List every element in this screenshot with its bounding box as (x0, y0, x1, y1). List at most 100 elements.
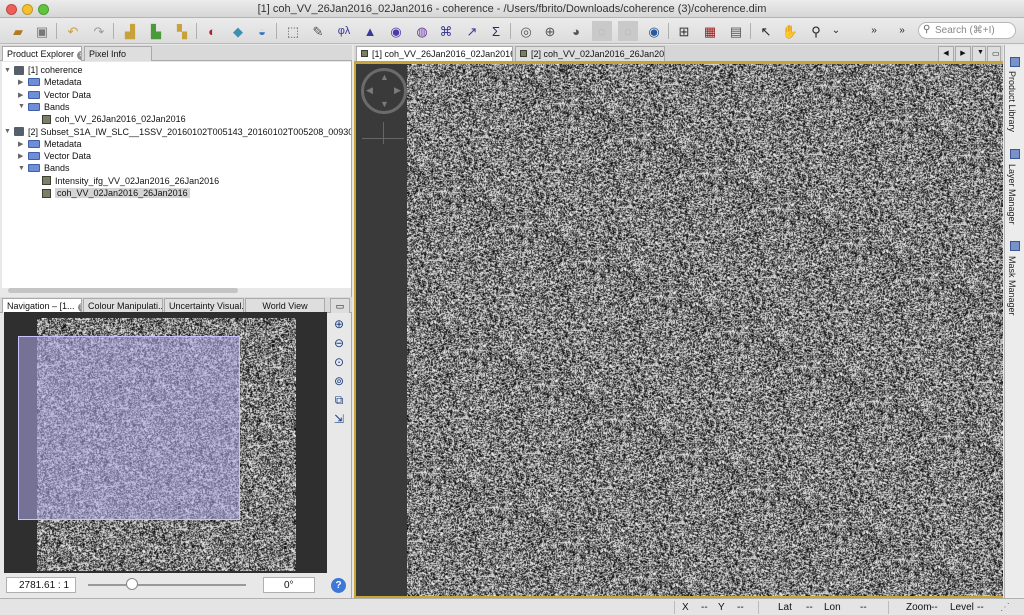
more-tools-2-icon[interactable]: » (892, 21, 912, 41)
pan-up-icon[interactable]: ▲ (380, 72, 389, 82)
product-library-icon[interactable]: ▚ (172, 21, 192, 41)
tab-image-view-2[interactable]: [2] coh_VV_02Jan2016_26Jan2016 (515, 46, 665, 61)
gcp-icon[interactable]: ◌ (618, 21, 638, 41)
side-tab-product-library[interactable]: Product Library (1007, 71, 1017, 132)
correlative-plot-icon[interactable]: ↗ (462, 21, 482, 41)
product-tree: ▼ [1] coherence ▶ Metadata ▶ Vector Data ▼ Band… (2, 62, 351, 288)
side-tab-mask-manager[interactable]: Mask Manager (1007, 256, 1017, 316)
batch-processing-icon[interactable]: ▦ (700, 21, 720, 41)
zoom-in-icon[interactable]: ⊕ (331, 316, 347, 332)
collapsed-arrow-icon[interactable]: ▶ (18, 152, 28, 160)
product-grouping-icon[interactable]: ▟ (120, 21, 140, 41)
tree-item-product[interactable]: ▼ [2] Subset_S1A_IW_SLC__1SSV_20160102T00… (4, 126, 351, 138)
pan-down-icon[interactable]: ▼ (380, 99, 389, 109)
expanded-arrow-icon[interactable]: ▼ (4, 128, 14, 135)
formula-icon[interactable]: φλ (334, 21, 354, 41)
y-value: -- (737, 602, 744, 613)
tree-item-folder[interactable]: ▶ Metadata (18, 138, 82, 150)
pan-right-icon[interactable]: ▶ (394, 85, 401, 96)
zoom-tool-icon[interactable]: ⚲ (806, 21, 826, 41)
zoom-all-icon[interactable]: ⊚ (331, 373, 347, 389)
tree-item-band[interactable]: Intensity_ifg_VV_02Jan2016_26Jan2016 (32, 175, 219, 187)
scatter-plot-icon[interactable]: ◉ (386, 21, 406, 41)
profile-plot-icon[interactable]: ⌘ (436, 21, 456, 41)
tab-list-dropdown[interactable]: ▼ (972, 46, 986, 61)
tree-item-folder[interactable]: ▼ Bands (18, 101, 70, 113)
horizontal-scrollbar[interactable] (8, 288, 238, 293)
sync-icon[interactable]: ◎ (516, 21, 536, 41)
more-tools-icon[interactable]: » (864, 21, 884, 41)
undo-icon[interactable]: ↶ (63, 21, 83, 41)
viewport-rectangle[interactable] (18, 336, 240, 520)
help-button[interactable]: ? (331, 578, 346, 593)
tab-colour-manipulation[interactable]: Colour Manipulati... (83, 298, 163, 313)
open-product-icon[interactable]: ▰ (8, 21, 28, 41)
wave-icon[interactable]: ◒ (252, 21, 272, 41)
redo-icon[interactable]: ↷ (89, 21, 109, 41)
image-view[interactable]: ▲ ▼ ◀ ▶ (354, 62, 1003, 598)
tree-item-folder[interactable]: ▶ Metadata (18, 76, 82, 88)
rgb-image-icon[interactable]: ◆ (228, 21, 248, 41)
tab-product-explorer[interactable]: Product Explorer✕ (2, 46, 82, 61)
tree-item-folder[interactable]: ▶ Vector Data (18, 150, 91, 162)
product-icon (14, 65, 24, 75)
zoom-dropdown-icon[interactable]: ⌄ (826, 21, 846, 41)
save-product-icon[interactable]: ▣ (32, 21, 52, 41)
eye-icon[interactable]: ◉ (644, 21, 664, 41)
tree-item-label: Bands (44, 101, 70, 112)
statistics-icon[interactable]: Σ (486, 21, 506, 41)
tree-item-folder[interactable]: ▶ Vector Data (18, 89, 91, 101)
close-tab-icon[interactable]: ✕ (77, 303, 81, 312)
histogram-icon[interactable]: ▲ (360, 21, 380, 41)
rotation-angle-field[interactable]: 0° (263, 577, 315, 593)
layer-manager-icon (1010, 149, 1020, 159)
search-input[interactable]: ⚲ Search (⌘+I) (918, 22, 1016, 39)
tree-item-band[interactable]: coh_VV_26Jan2016_02Jan2016 (32, 113, 186, 125)
zoom-slider-track[interactable] (88, 584, 246, 586)
tree-item-product[interactable]: ▼ [1] coherence (4, 64, 83, 76)
expanded-arrow-icon[interactable]: ▼ (18, 165, 28, 172)
expanded-arrow-icon[interactable]: ▼ (4, 67, 14, 74)
maximize-editor-button[interactable]: ▭ (987, 46, 1001, 61)
maximize-panel-button[interactable]: ▭ (330, 298, 350, 313)
color-palette-icon[interactable]: ◐ (202, 21, 222, 41)
product-subset-icon[interactable]: ▙ (146, 21, 166, 41)
zoom-out-icon[interactable]: ⊖ (331, 335, 347, 351)
side-tab-layer-manager[interactable]: Layer Manager (1007, 164, 1017, 225)
folder-icon (28, 102, 40, 111)
collapsed-arrow-icon[interactable]: ▶ (18, 78, 28, 86)
pan-tool-icon[interactable]: ✋ (780, 21, 800, 41)
layout-icon[interactable]: ▤ (726, 21, 746, 41)
select-tool-icon[interactable]: ↖ (756, 21, 776, 41)
globe-icon[interactable]: ⊕ (540, 21, 560, 41)
y-label: Y (718, 602, 725, 613)
pan-left-icon[interactable]: ◀ (366, 85, 373, 96)
navigation-control-ring[interactable]: ▲ ▼ ◀ ▶ (361, 68, 407, 114)
coherence-image[interactable] (407, 64, 1003, 596)
tab-world-view[interactable]: World View (245, 298, 325, 313)
tree-item-folder[interactable]: ▼ Bands (18, 162, 70, 174)
vector-icon[interactable]: ⬚ (283, 21, 303, 41)
graph-builder-icon[interactable]: ⊞ (674, 21, 694, 41)
sync-cursor-icon[interactable]: ⇲ (331, 411, 347, 427)
tab-uncertainty-visualisation[interactable]: Uncertainty Visual... (164, 298, 244, 313)
world-map-icon[interactable]: ◕ (566, 21, 586, 41)
collapsed-arrow-icon[interactable]: ▶ (18, 91, 28, 99)
zoom-pixel-icon[interactable]: ⊙ (331, 354, 347, 370)
zoom-factor-field[interactable]: 2781.61 : 1 (6, 577, 76, 593)
tree-item-band[interactable]: coh_VV_02Jan2016_26Jan2016 (32, 187, 190, 199)
expanded-arrow-icon[interactable]: ▼ (18, 103, 28, 110)
sync-views-icon[interactable]: ⧉ (331, 392, 347, 408)
tab-image-view-1[interactable]: [1] coh_VV_26Jan2016_02Jan2016✕ (356, 46, 513, 61)
scroll-tabs-left-button[interactable]: ◀ (938, 46, 954, 61)
collapsed-arrow-icon[interactable]: ▶ (18, 140, 28, 148)
zoom-slider-handle[interactable] (126, 578, 138, 590)
pin-icon[interactable]: ◌ (592, 21, 612, 41)
tab-pixel-info[interactable]: Pixel Info (84, 46, 152, 61)
scroll-tabs-right-button[interactable]: ▶ (955, 46, 971, 61)
close-tab-icon[interactable]: ✕ (77, 51, 81, 60)
tab-navigation[interactable]: Navigation – [1...✕ (2, 298, 82, 313)
resize-grip-icon[interactable]: ⋰ (1000, 602, 1010, 613)
band-maths-icon[interactable]: ✎ (308, 21, 328, 41)
spectrum-icon[interactable]: ◍ (412, 21, 432, 41)
